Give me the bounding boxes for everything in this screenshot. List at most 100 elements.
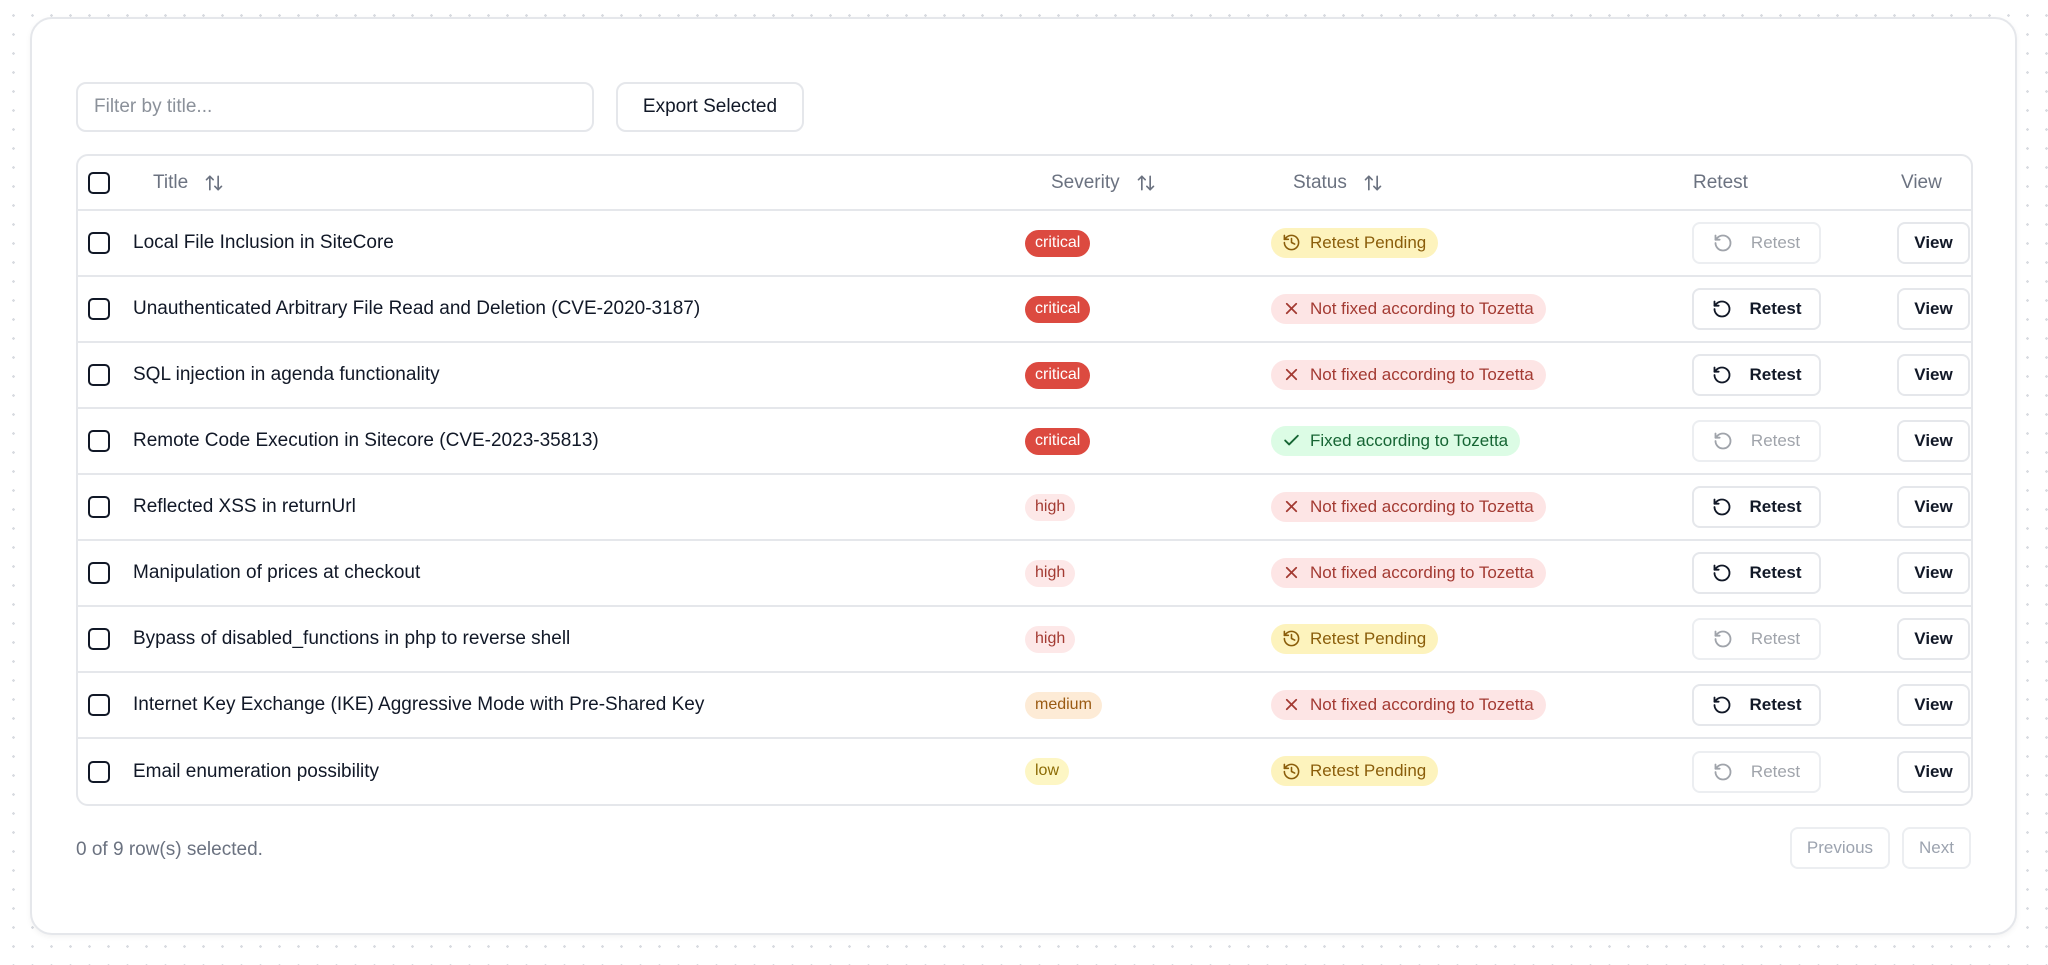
retest-button-label: Retest (1749, 563, 1802, 582)
severity-badge: critical (1025, 427, 1091, 455)
retest-button-label: Retest (1750, 629, 1801, 648)
header-title: Title (133, 156, 1025, 210)
view-cell: View (1897, 540, 1971, 606)
table-row: Internet Key Exchange (IKE) Aggressive M… (78, 672, 1971, 738)
rotate-ccw-icon (1713, 564, 1730, 582)
rotate-ccw-icon (1714, 763, 1732, 780)
view-cell: View (1897, 606, 1971, 672)
selection-count: 0 of 9 row(s) selected. (76, 839, 263, 860)
status-cell: Not fixed according to Tozetta (1271, 474, 1692, 540)
retest-button[interactable]: Retest (1692, 750, 1821, 793)
status-label: Not fixed according to Tozetta (1310, 496, 1534, 516)
retest-button[interactable]: Retest (1692, 486, 1821, 528)
status-badge: Not fixed according to Tozetta (1271, 359, 1546, 390)
retest-button[interactable]: Retest (1692, 420, 1821, 462)
row-checkbox[interactable] (88, 364, 110, 386)
sort-title-button[interactable]: Title (153, 172, 224, 194)
status-badge: Not fixed according to Tozetta (1271, 491, 1546, 522)
finding-title: Bypass of disabled_functions in php to r… (133, 628, 571, 649)
row-checkbox[interactable] (88, 430, 110, 452)
finding-title: Local File Inclusion in SiteCore (133, 232, 394, 253)
retest-button[interactable]: Retest (1692, 618, 1821, 660)
x-icon (1285, 369, 1298, 381)
severity-badge: critical (1025, 361, 1091, 389)
status-badge: Not fixed according to Tozetta (1271, 557, 1546, 588)
row-checkbox[interactable] (88, 694, 110, 716)
row-checkbox[interactable] (88, 628, 110, 650)
view-cell: View (1897, 738, 1971, 804)
header-status-label: Status (1293, 171, 1347, 193)
rotate-ccw-icon (1713, 696, 1730, 714)
retest-button-label: Retest (1750, 761, 1801, 781)
row-checkbox[interactable] (88, 298, 110, 320)
row-checkbox[interactable] (88, 562, 110, 584)
retest-button[interactable]: Retest (1692, 288, 1821, 330)
retest-button-label: Retest (1750, 431, 1801, 450)
severity-badge: low (1025, 758, 1070, 785)
view-cell: View (1897, 672, 1971, 738)
view-button[interactable]: View (1897, 222, 1970, 264)
status-badge: Not fixed according to Tozetta (1271, 689, 1546, 720)
row-select-cell (78, 606, 133, 672)
sort-status-button[interactable]: Status (1293, 172, 1383, 194)
retest-button[interactable]: Retest (1692, 684, 1821, 726)
row-checkbox[interactable] (88, 496, 110, 518)
row-checkbox[interactable] (88, 760, 110, 783)
rotate-ccw-icon (1714, 432, 1732, 450)
status-label: Retest Pending (1310, 628, 1427, 648)
retest-cell: Retest (1692, 342, 1897, 408)
table-row: Unauthenticated Arbitrary File Read and … (78, 276, 1971, 342)
row-select-cell (78, 672, 133, 738)
row-select-cell (78, 276, 133, 342)
retest-button[interactable]: Retest (1692, 354, 1821, 396)
header-view: View (1901, 171, 1942, 193)
arrow-up-down-icon (1364, 175, 1382, 190)
rotate-ccw-icon (1714, 234, 1732, 252)
pagination: Previous Next (1789, 827, 1971, 869)
row-select-cell (78, 342, 133, 408)
severity-cell: critical (1025, 276, 1271, 342)
retest-button-label: Retest (1749, 695, 1802, 714)
header-severity: Severity (1025, 156, 1271, 210)
view-cell: View (1897, 210, 1971, 276)
export-selected-button[interactable]: Export Selected (616, 82, 804, 132)
view-button[interactable]: View (1897, 618, 1970, 660)
finding-title: Internet Key Exchange (IKE) Aggressive M… (133, 694, 705, 715)
view-button[interactable]: View (1897, 354, 1970, 396)
rotate-ccw-icon (1713, 498, 1730, 516)
severity-cell: low (1025, 738, 1271, 804)
finding-title: Remote Code Execution in Sitecore (CVE-2… (133, 430, 599, 451)
view-button[interactable]: View (1897, 420, 1970, 462)
sort-severity-button[interactable]: Severity (1051, 172, 1156, 194)
history-clock-icon (1283, 234, 1300, 251)
retest-button[interactable]: Retest (1692, 222, 1821, 264)
retest-button[interactable]: Retest (1692, 552, 1821, 594)
table-row: Manipulation of prices at checkout high … (78, 540, 1971, 606)
select-all-checkbox[interactable] (88, 171, 110, 194)
severity-cell: critical (1025, 342, 1271, 408)
view-button[interactable]: View (1897, 288, 1970, 330)
retest-cell: Retest (1692, 606, 1897, 672)
status-badge: Fixed according to Tozetta (1271, 425, 1521, 456)
row-checkbox[interactable] (88, 232, 110, 254)
view-button[interactable]: View (1897, 750, 1970, 793)
severity-cell: critical (1025, 408, 1271, 474)
view-button[interactable]: View (1897, 684, 1970, 726)
status-badge: Retest Pending (1271, 756, 1439, 787)
row-select-cell (78, 474, 133, 540)
status-badge: Retest Pending (1271, 623, 1439, 654)
rotate-ccw-icon (1714, 630, 1732, 648)
filter-title-input[interactable] (76, 82, 594, 132)
status-cell: Not fixed according to Tozetta (1271, 276, 1692, 342)
retest-cell: Retest (1692, 276, 1897, 342)
view-button[interactable]: View (1897, 486, 1970, 528)
next-page-button[interactable]: Next (1902, 827, 1971, 869)
table-row: Bypass of disabled_functions in php to r… (78, 606, 1971, 672)
status-label: Retest Pending (1310, 761, 1427, 781)
severity-badge: critical (1025, 229, 1091, 257)
previous-page-button[interactable]: Previous (1789, 827, 1891, 869)
retest-cell: Retest (1692, 540, 1897, 606)
table-row: Local File Inclusion in SiteCore critica… (78, 210, 1971, 276)
view-button[interactable]: View (1897, 552, 1970, 594)
status-badge: Retest Pending (1271, 227, 1439, 258)
